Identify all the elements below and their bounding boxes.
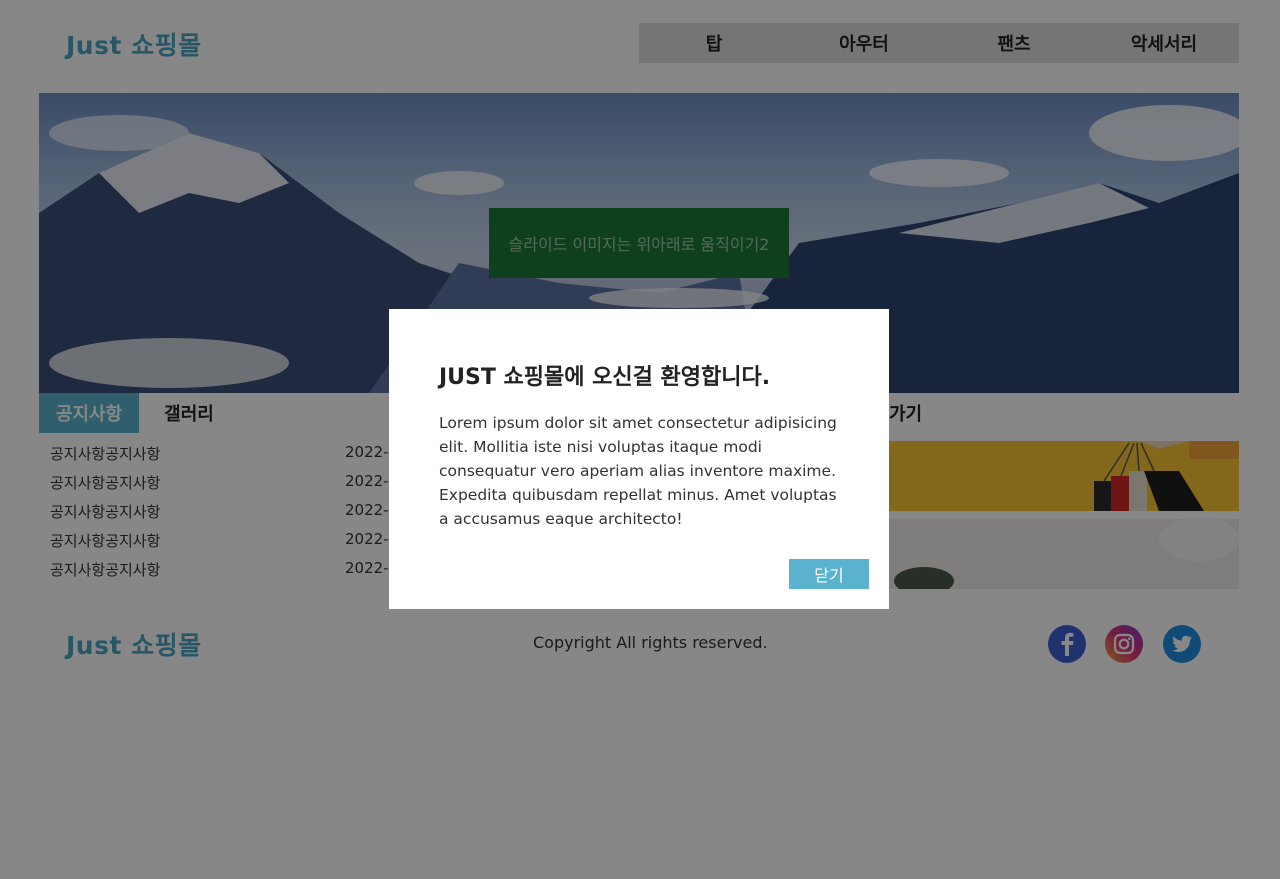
welcome-modal: JUST 쇼핑몰에 오신걸 환영합니다. Lorem ipsum dolor s… <box>389 309 889 609</box>
page: Just 쇼핑몰 탑 아우터 팬츠 악세서리 슬라이드 이미지는 위아래로 움직… <box>0 0 1280 879</box>
close-button[interactable]: 닫기 <box>789 559 869 589</box>
modal-body: Lorem ipsum dolor sit amet consectetur a… <box>439 414 837 528</box>
modal-title: JUST 쇼핑몰에 오신걸 환영합니다. <box>439 365 771 390</box>
